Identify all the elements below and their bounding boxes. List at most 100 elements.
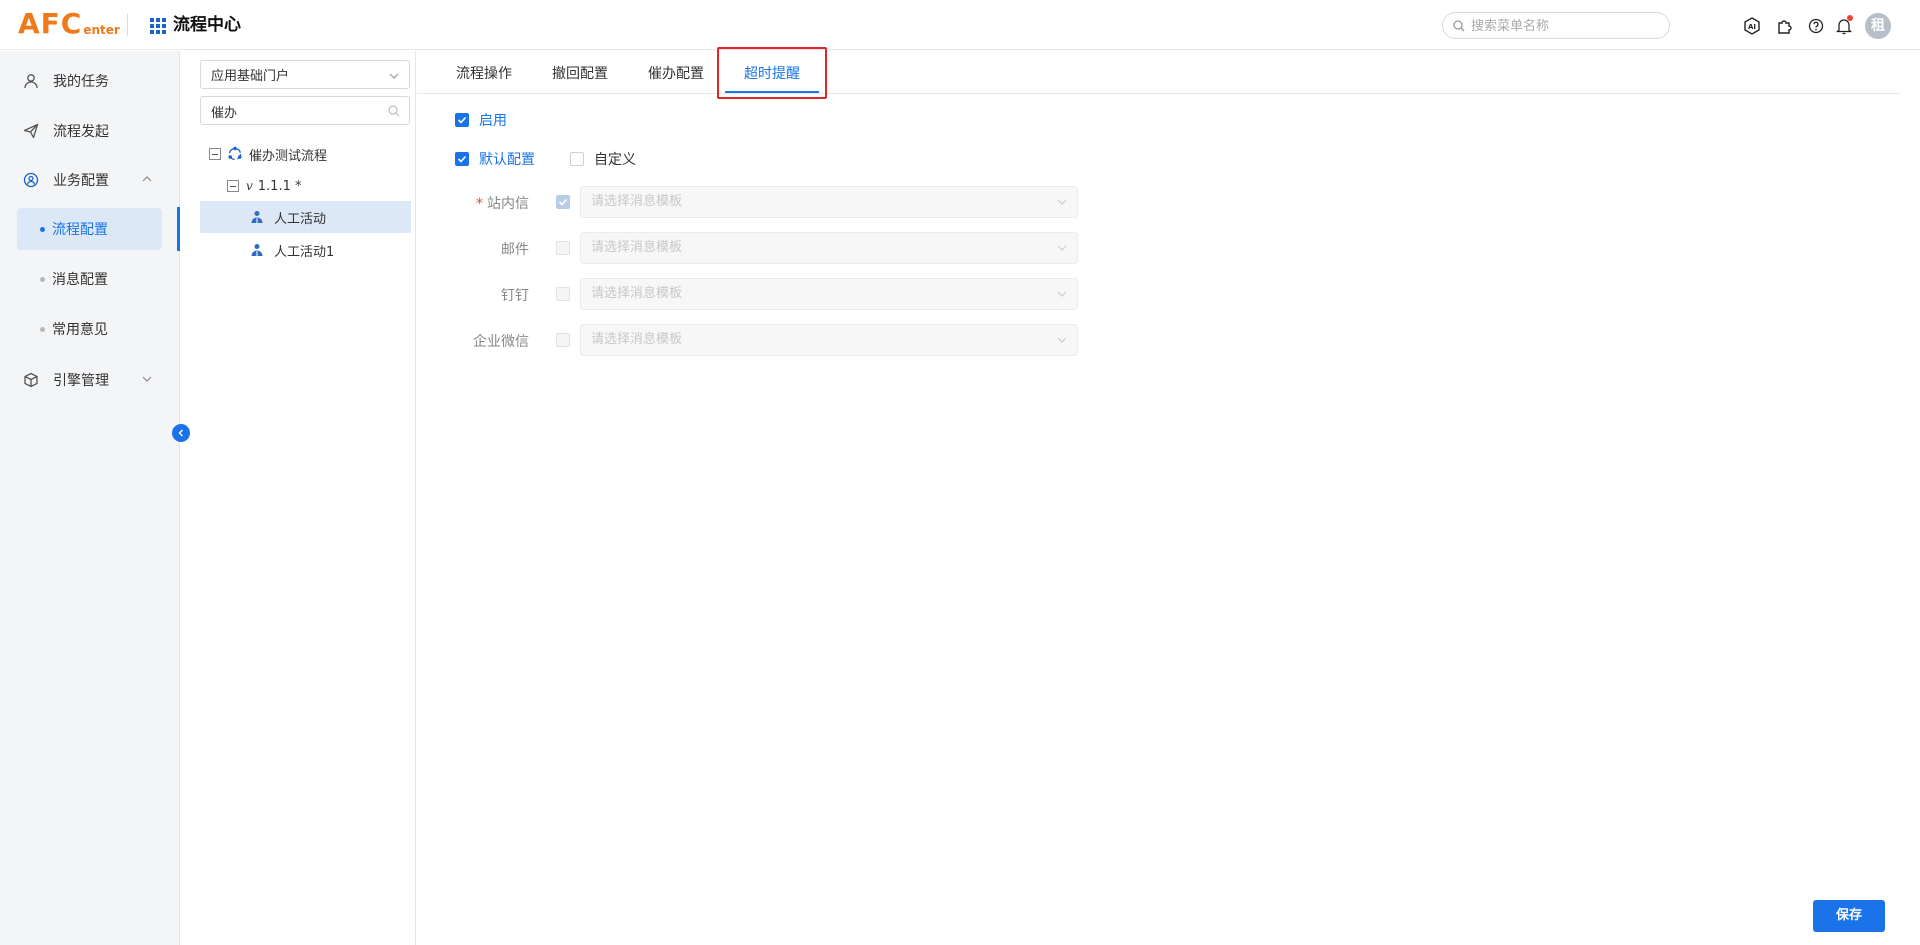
tree-node-label: 催办测试流程 <box>249 148 328 164</box>
header-divider <box>127 14 128 36</box>
top-header: AFC enter 流程中心 AI 租 <box>0 0 1920 50</box>
ai-assistant-icon[interactable]: AI <box>1742 16 1762 36</box>
logo-text-big: AFC <box>18 7 83 40</box>
app-title: 流程中心 <box>173 15 241 35</box>
channel-label: 钉钉 <box>501 288 529 304</box>
chevron-up-icon <box>142 176 152 182</box>
channel-row-wecom: 企业微信 请选择消息模板 <box>417 324 1078 356</box>
sidebar-collapse-button[interactable] <box>172 424 190 442</box>
template-select[interactable]: 请选择消息模板 <box>580 186 1078 218</box>
app-grid-icon[interactable] <box>150 18 166 34</box>
afcenter-logo[interactable]: AFC enter <box>18 9 120 39</box>
chevron-down-icon <box>142 376 152 382</box>
chevron-down-icon <box>1057 291 1067 297</box>
template-select[interactable]: 请选择消息模板 <box>580 278 1078 310</box>
channel-checkbox[interactable] <box>556 241 570 255</box>
bullet-dot <box>40 276 45 282</box>
notification-bell-icon[interactable] <box>1834 15 1854 36</box>
check-icon <box>457 155 467 163</box>
logo-text-small: enter <box>83 23 120 37</box>
sidebar-item-business-config[interactable]: 业务配置 <box>17 159 162 201</box>
user-avatar[interactable]: 租 <box>1865 13 1891 39</box>
chevron-down-icon <box>1057 337 1067 343</box>
search-icon <box>388 105 400 117</box>
tree-node-label: 1.1.1 * <box>257 178 302 194</box>
sidebar-item-my-tasks[interactable]: 我的任务 <box>17 60 162 102</box>
default-config-label: 默认配置 <box>479 152 535 168</box>
channel-checkbox[interactable] <box>556 287 570 301</box>
channel-checkbox[interactable] <box>556 333 570 347</box>
collapse-toggle-icon[interactable] <box>227 180 239 192</box>
chevron-down-icon <box>1057 245 1067 251</box>
save-button[interactable]: 保存 <box>1813 900 1885 932</box>
settings-circle-icon <box>21 170 41 190</box>
template-select-placeholder: 请选择消息模板 <box>591 332 683 347</box>
cube-icon <box>21 370 41 390</box>
left-sidebar: 我的任务 流程发起 业务配置 流程配置 消息配置 常用意见 引擎管理 <box>0 51 180 945</box>
collapse-toggle-icon[interactable] <box>209 148 221 160</box>
svg-text:AI: AI <box>1748 23 1756 31</box>
tree-node-activity[interactable]: 人工活动 <box>243 202 326 232</box>
enable-label: 启用 <box>479 113 507 129</box>
check-icon <box>558 198 568 206</box>
enable-checkbox[interactable] <box>455 113 469 127</box>
send-icon <box>21 121 41 141</box>
channel-row-email: 邮件 请选择消息模板 <box>417 232 1078 264</box>
tab-timeout-reminder[interactable]: 超时提醒 <box>744 51 800 94</box>
plugin-puzzle-icon[interactable] <box>1775 16 1795 36</box>
bullet-dot <box>40 226 45 232</box>
template-select[interactable]: 请选择消息模板 <box>580 232 1078 264</box>
default-config-checkbox-row[interactable]: 默认配置 <box>455 149 535 169</box>
enable-checkbox-row[interactable]: 启用 <box>455 110 507 130</box>
sidebar-item-label: 业务配置 <box>53 173 109 189</box>
sidebar-subitem-common-opinions[interactable]: 常用意见 <box>17 308 162 350</box>
sidebar-subitem-label: 流程配置 <box>52 222 108 238</box>
tree-node-process[interactable]: 催办测试流程 <box>209 139 327 169</box>
template-select-placeholder: 请选择消息模板 <box>591 286 683 301</box>
default-config-checkbox[interactable] <box>455 152 469 166</box>
sidebar-item-start-process[interactable]: 流程发起 <box>17 110 162 152</box>
bullet-dot <box>40 326 45 332</box>
custom-label: 自定义 <box>594 152 636 168</box>
tree-node-version[interactable]: v 1.1.1 * <box>227 171 302 201</box>
tree-node-label: 人工活动1 <box>274 244 335 260</box>
active-indicator <box>177 207 180 251</box>
template-select-placeholder: 请选择消息模板 <box>591 194 683 209</box>
tree-filter-input[interactable] <box>211 102 381 120</box>
template-select-placeholder: 请选择消息模板 <box>591 240 683 255</box>
custom-checkbox[interactable] <box>570 152 584 166</box>
tab-process-operation[interactable]: 流程操作 <box>456 51 512 94</box>
sidebar-item-label: 我的任务 <box>53 74 109 90</box>
tab-withdraw-config[interactable]: 撤回配置 <box>552 51 608 94</box>
sidebar-subitem-label: 常用意见 <box>52 322 108 338</box>
search-icon <box>1453 20 1465 32</box>
channel-row-station-message: * 站内信 请选择消息模板 <box>417 186 1078 218</box>
notification-dot <box>1847 15 1853 21</box>
sidebar-subitem-message-config[interactable]: 消息配置 <box>17 258 162 300</box>
check-icon <box>457 116 467 124</box>
template-select[interactable]: 请选择消息模板 <box>580 324 1078 356</box>
human-activity-icon <box>249 209 265 225</box>
main-content: 流程操作 撤回配置 催办配置 超时提醒 启用 默认配置 自定义 * 站内信 请选择… <box>417 47 1920 945</box>
tab-urge-config[interactable]: 催办配置 <box>648 51 704 94</box>
required-asterisk: * <box>476 196 483 212</box>
config-tabs: 流程操作 撤回配置 催办配置 超时提醒 <box>417 47 1900 99</box>
channel-checkbox[interactable] <box>556 195 570 209</box>
channel-label: * 站内信 <box>476 196 529 212</box>
portal-select-value: 应用基础门户 <box>211 69 290 84</box>
help-icon[interactable] <box>1806 16 1826 36</box>
menu-search-box[interactable] <box>1442 12 1670 39</box>
sidebar-item-label: 流程发起 <box>53 124 109 140</box>
chevron-down-icon <box>389 73 399 79</box>
sidebar-subitem-process-config[interactable]: 流程配置 <box>17 208 162 250</box>
menu-search-input[interactable] <box>1471 16 1661 36</box>
portal-select[interactable]: 应用基础门户 <box>200 60 410 89</box>
human-activity-icon <box>249 242 265 258</box>
tree-node-activity-1[interactable]: 人工活动1 <box>243 235 334 265</box>
tree-filter-box[interactable] <box>200 96 410 125</box>
sidebar-item-label: 引擎管理 <box>53 373 109 389</box>
sidebar-item-engine-management[interactable]: 引擎管理 <box>17 359 162 401</box>
channel-label: 企业微信 <box>473 334 529 350</box>
custom-checkbox-row[interactable]: 自定义 <box>570 149 636 169</box>
chevron-down-icon <box>1057 199 1067 205</box>
